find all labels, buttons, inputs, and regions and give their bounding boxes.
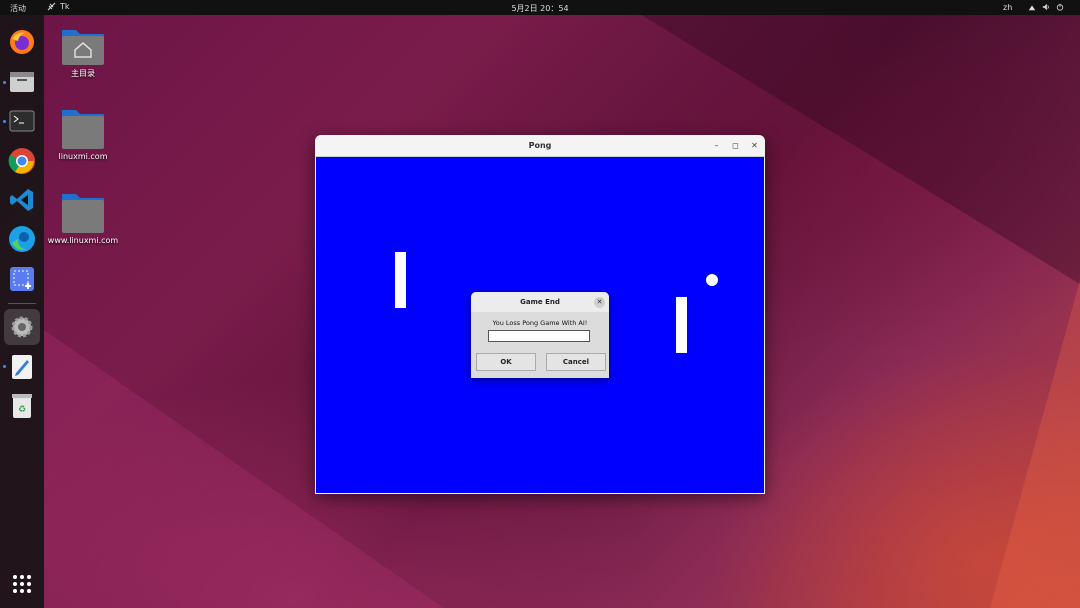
game-end-dialog: Game End ✕ You Loss Pong Game With AI! O… [471, 292, 609, 378]
desktop-home-folder[interactable]: 主目录 [43, 24, 123, 79]
folder-icon [60, 108, 106, 149]
ball [706, 274, 718, 286]
dock: ♻ [0, 15, 44, 608]
desktop-icon-label: 主目录 [71, 69, 95, 78]
volume-icon [1042, 3, 1049, 11]
dialog-titlebar[interactable]: Game End ✕ [471, 292, 609, 312]
right-paddle [676, 297, 687, 353]
dock-chrome[interactable] [8, 147, 36, 175]
clock: 5月2日 20：54 [0, 3, 1080, 14]
left-paddle [395, 252, 406, 308]
running-indicator [3, 120, 6, 123]
dock-edge[interactable] [8, 225, 36, 253]
cancel-button[interactable]: Cancel [546, 353, 606, 371]
input-method-indicator[interactable]: zh [1003, 3, 1012, 12]
show-apps-button[interactable] [8, 570, 36, 598]
dialog-input-field[interactable] [488, 330, 590, 342]
settings-icon [11, 316, 33, 338]
screenshot-icon [10, 267, 34, 291]
ok-button[interactable]: OK [476, 353, 536, 371]
svg-text:♻: ♻ [18, 405, 26, 415]
power-icon [1056, 3, 1064, 11]
top-bar: 活动 Tk 5月2日 20：54 zh [0, 0, 1080, 15]
system-tray[interactable] [1028, 2, 1064, 12]
running-indicator [3, 81, 6, 84]
dialog-close-button[interactable]: ✕ [594, 297, 605, 308]
dock-trash[interactable]: ♻ [8, 392, 36, 420]
desktop-icon-label: www.linuxmi.com [47, 236, 119, 245]
trash-icon: ♻ [12, 394, 32, 418]
edge-icon [9, 226, 35, 252]
dock-screenshot[interactable] [8, 265, 36, 293]
desktop-folder-linuxmi[interactable]: linuxmi.com [43, 108, 123, 161]
dock-vscode[interactable] [8, 186, 36, 214]
dock-firefox[interactable] [8, 28, 36, 56]
minimize-button[interactable]: – [712, 135, 721, 156]
files-icon [10, 72, 34, 92]
dialog-message: You Loss Pong Game With AI! [492, 319, 588, 327]
window-title: Pong [528, 141, 552, 150]
window-controls: – ◻ ✕ [712, 135, 759, 156]
firefox-icon [10, 30, 34, 54]
dock-settings[interactable] [4, 309, 40, 345]
network-icon [1028, 5, 1036, 11]
dock-files[interactable] [8, 68, 36, 96]
dock-text-editor[interactable] [8, 353, 36, 381]
desktop-folder-www-linuxmi[interactable]: www.linuxmi.com [43, 192, 123, 245]
chrome-icon [8, 148, 35, 174]
show-apps-icon [13, 575, 31, 593]
clock-label[interactable]: 5月2日 20：54 [511, 4, 568, 13]
home-folder-icon [60, 24, 106, 65]
terminal-icon [9, 110, 35, 132]
close-button[interactable]: ✕ [750, 135, 759, 156]
folder-icon [60, 192, 106, 233]
window-titlebar[interactable]: Pong – ◻ ✕ [315, 135, 765, 157]
dock-separator [8, 303, 36, 304]
wallpaper-facet [990, 280, 1080, 608]
dialog-title: Game End [520, 298, 560, 306]
text-editor-icon [12, 355, 32, 379]
running-indicator [3, 365, 6, 368]
dock-terminal[interactable] [8, 107, 36, 135]
vscode-icon [10, 189, 33, 211]
maximize-button[interactable]: ◻ [731, 135, 740, 156]
desktop-icon-label: linuxmi.com [58, 152, 108, 161]
